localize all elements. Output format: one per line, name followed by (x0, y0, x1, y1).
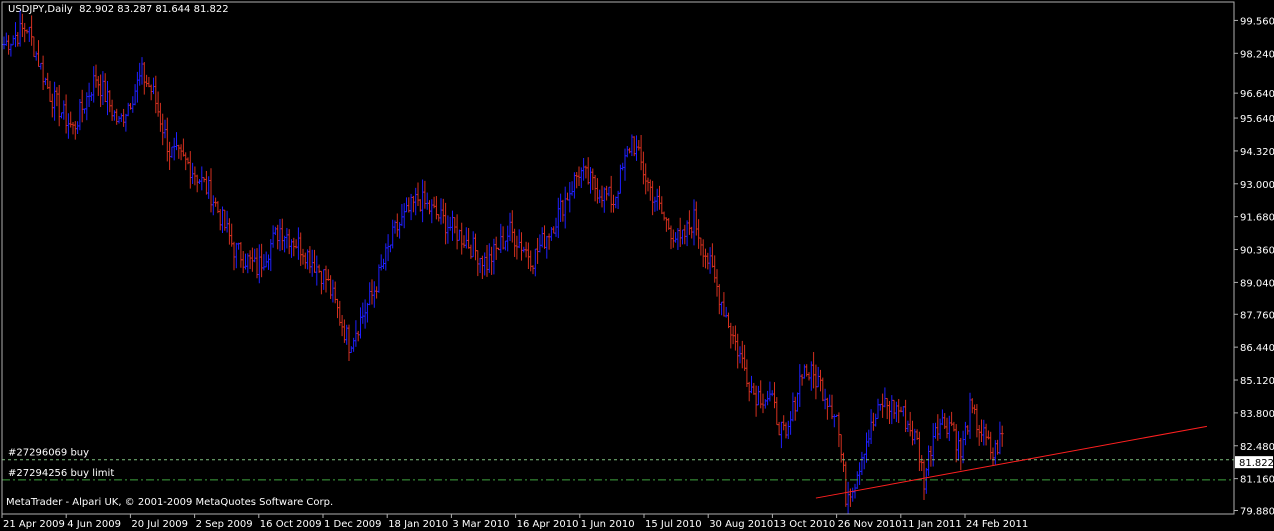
price-chart[interactable]: USDJPY,Daily 82.902 83.287 81.644 81.822… (0, 0, 1274, 531)
x-tick-label: 30 Aug 2010 (709, 519, 773, 530)
order-label: #27296069 buy (8, 448, 89, 459)
y-tick-label: 98.240 (1240, 49, 1274, 60)
y-tick-label: 81.160 (1240, 475, 1274, 486)
x-tick-label: 16 Apr 2010 (517, 519, 579, 530)
y-tick-label: 79.880 (1240, 507, 1274, 518)
current-price-label: 81.822 (1239, 458, 1274, 469)
plot-frame (1, 1, 1235, 515)
order-label: #27294256 buy limit (8, 468, 114, 479)
y-tick-label: 87.760 (1240, 310, 1274, 321)
y-tick-label: 96.640 (1240, 89, 1274, 100)
chart-canvas[interactable]: #27296069 buy#27294256 buy limit 99.5609… (0, 0, 1274, 531)
x-tick-label: 24 Feb 2011 (966, 519, 1028, 530)
x-tick-label: 11 Jan 2011 (902, 519, 962, 530)
y-tick-label: 86.440 (1240, 343, 1274, 354)
x-tick-label: 13 Oct 2010 (773, 519, 835, 530)
x-tick-label: 1 Dec 2009 (324, 519, 382, 530)
axes: 99.560 98.240 96.640 95.640 94.320 93.000 91.6… (1, 1, 1274, 530)
trend-line (815, 425, 1207, 499)
x-tick-label: 26 Nov 2010 (838, 519, 902, 530)
x-tick-label: 20 Jul 2009 (131, 519, 188, 530)
y-tick-label: 83.800 (1240, 409, 1274, 420)
y-tick-label: 94.320 (1240, 147, 1274, 158)
y-tick-label: 89.040 (1240, 278, 1274, 289)
price-bars (2, 10, 1004, 514)
x-tick-label: 3 Mar 2010 (452, 519, 509, 530)
y-tick-label: 85.120 (1240, 376, 1274, 387)
x-tick-label: 21 Apr 2009 (3, 519, 65, 530)
y-tick-label: 90.360 (1240, 246, 1274, 257)
x-tick-label: 18 Jan 2010 (388, 519, 448, 530)
y-tick-label: 99.560 (1240, 16, 1274, 27)
y-tick-label: 82.480 (1240, 442, 1274, 453)
x-tick-label: 2 Sep 2009 (196, 519, 253, 530)
x-tick-label: 15 Jul 2010 (645, 519, 702, 530)
y-tick-label: 93.000 (1240, 180, 1274, 191)
trendline-layer (815, 425, 1207, 499)
y-tick-label: 91.680 (1240, 213, 1274, 224)
order-lines: #27296069 buy #27294256 buy limit (2, 448, 1234, 481)
y-tick-label: 95.640 (1240, 114, 1274, 125)
copyright-text: MetaTrader - Alpari UK, © 2001-2009 Meta… (6, 497, 334, 508)
x-tick-label: 1 Jun 2010 (581, 519, 635, 530)
x-tick-label: 4 Jun 2009 (67, 519, 121, 530)
x-tick-label: 16 Oct 2009 (260, 519, 322, 530)
